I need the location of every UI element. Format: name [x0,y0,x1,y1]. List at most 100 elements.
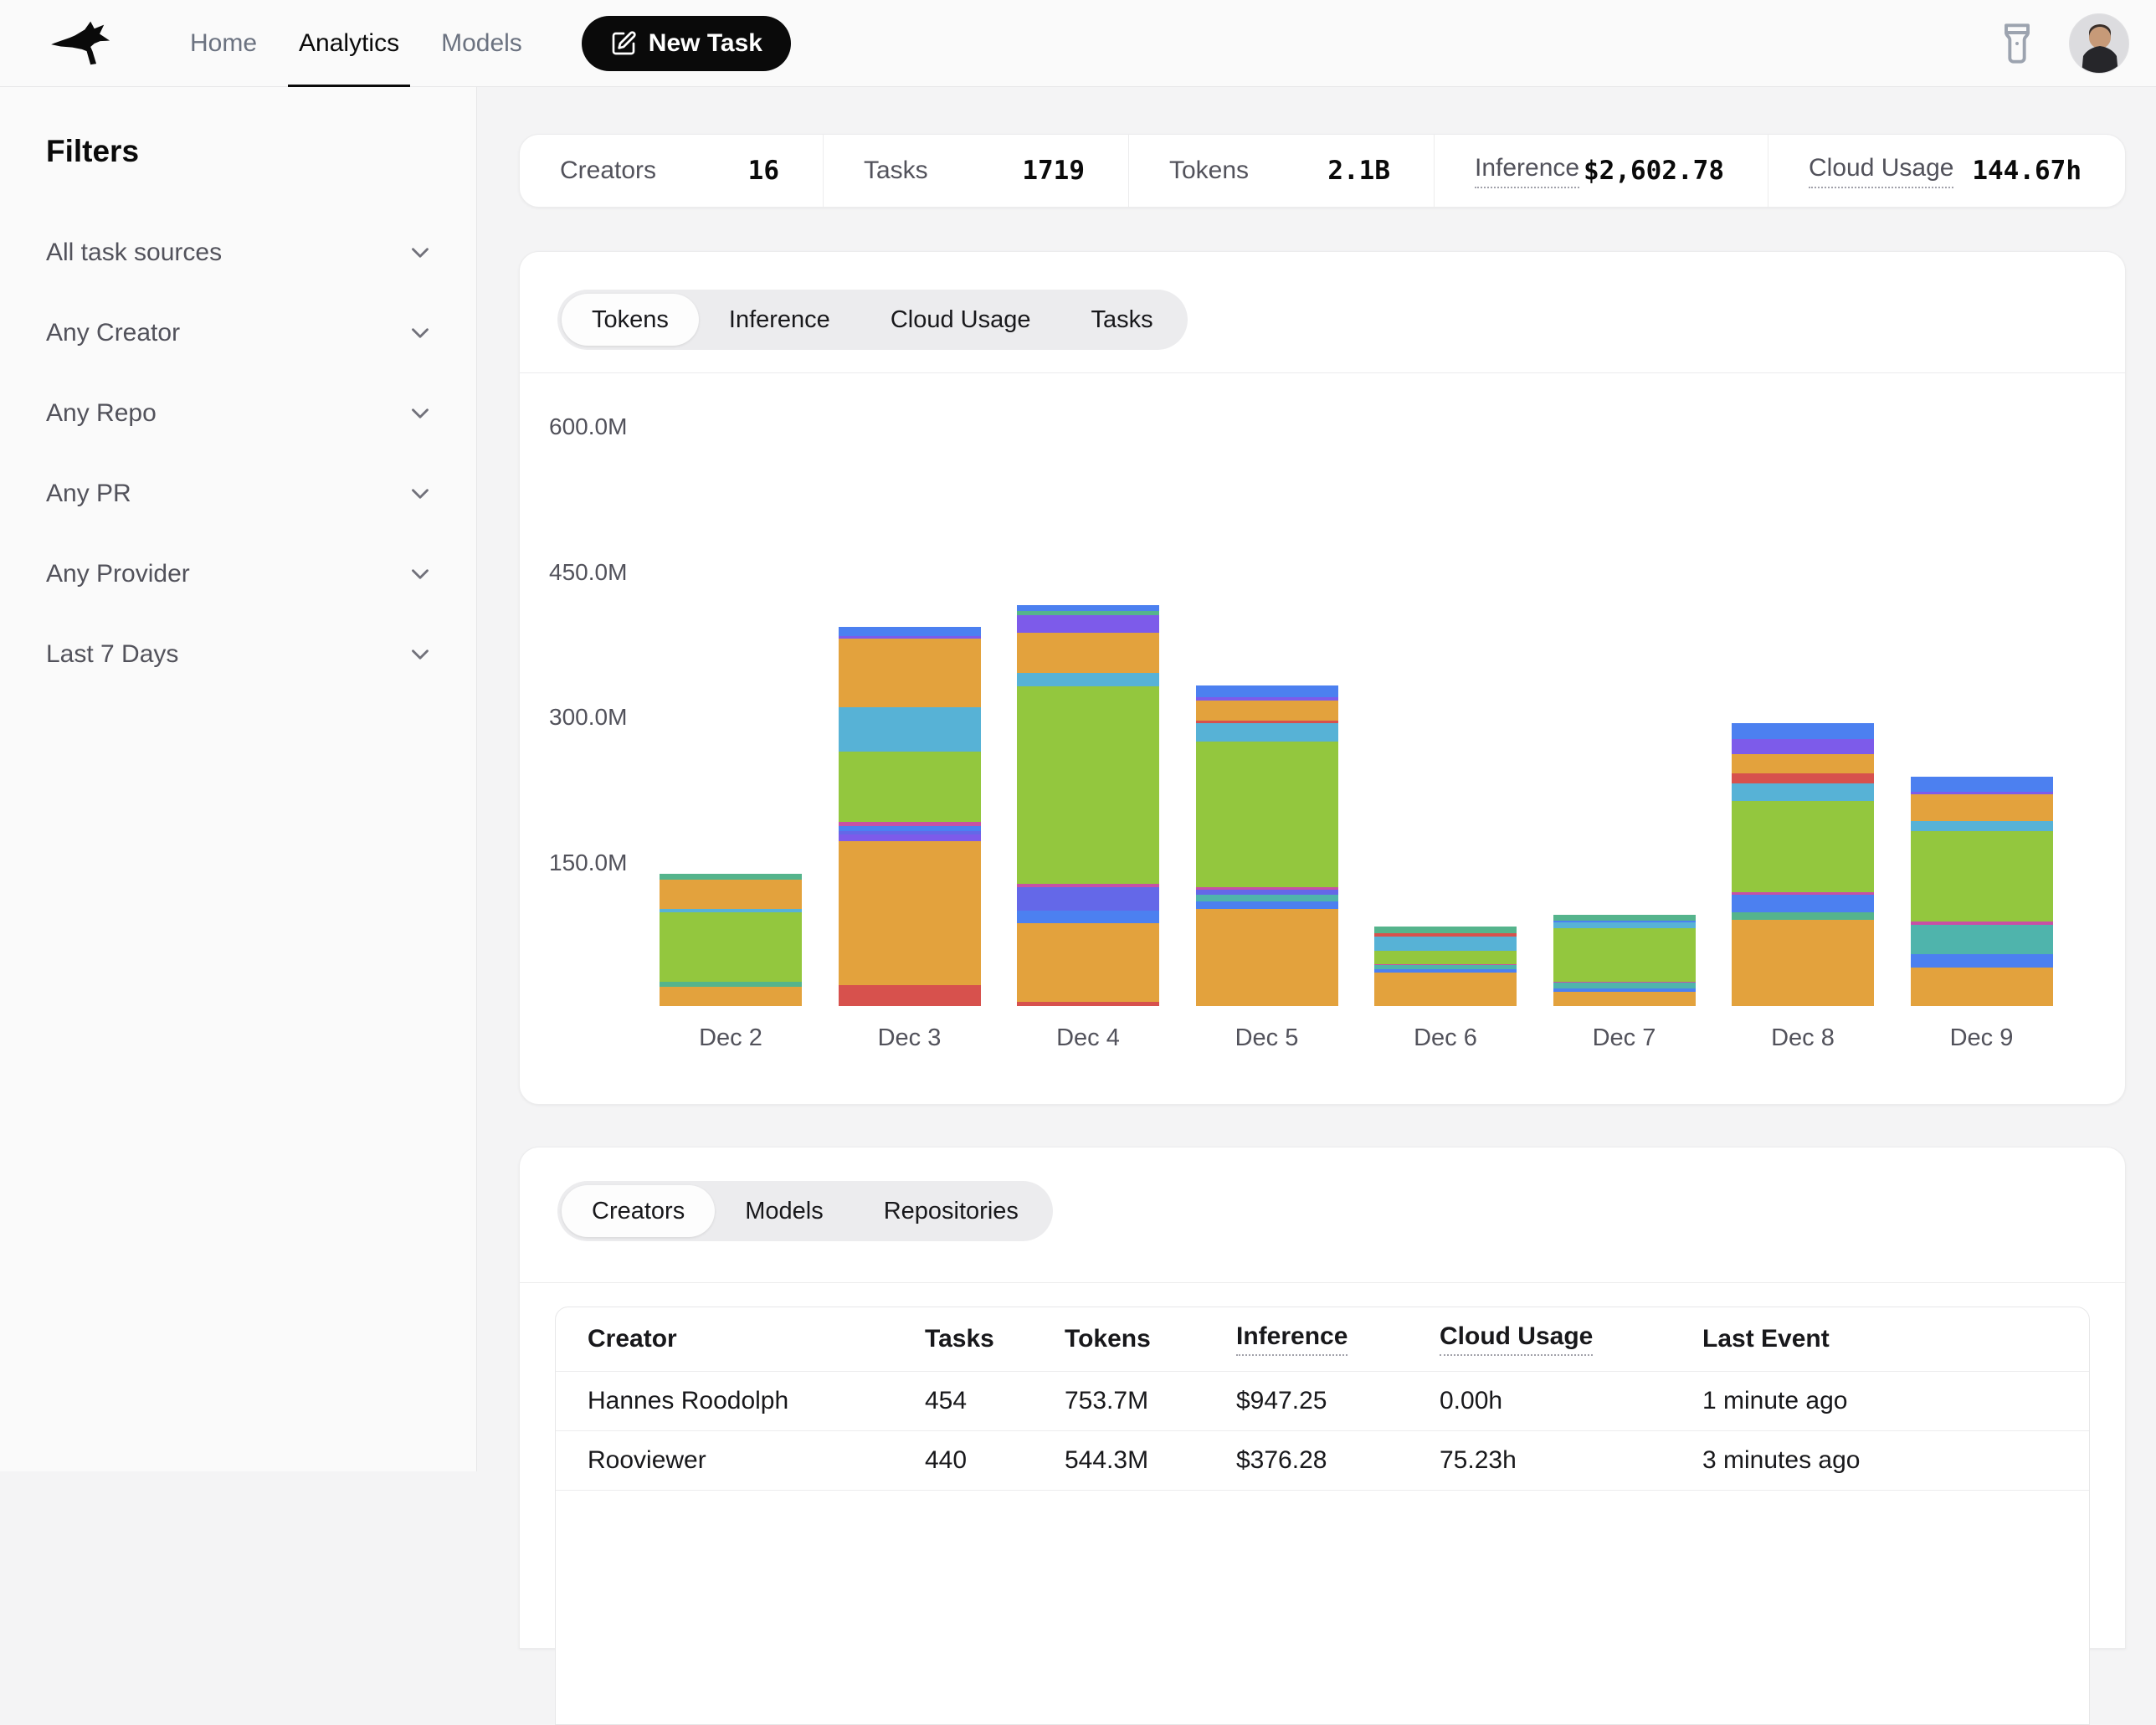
bar-segment-indigo [1017,887,1159,911]
bar-segment-sky [839,707,981,752]
bar-segment-orange [1374,973,1517,1006]
bar-segment-sky [1017,673,1159,686]
chevron-down-icon [406,480,434,508]
filter-dropdown-any-creator[interactable]: Any Creator [46,293,434,373]
bar-segment-orange [1196,909,1338,1006]
filter-label: Any PR [46,480,131,508]
bar-segment-green [1553,928,1696,982]
stat-label: Tasks [864,157,928,185]
breakdown-tab-repositories[interactable]: Repositories [854,1185,1049,1237]
table-row[interactable]: Rooviewer440544.3M$376.2875.23h3 minutes… [556,1431,2089,1491]
filter-dropdown-all-task-sources[interactable]: All task sources [46,213,434,293]
flashlight-icon[interactable] [1995,22,2039,65]
filter-list: All task sources Any Creator Any Repo Any P… [46,213,434,695]
column-header-cloud-usage[interactable]: Cloud Usage [1440,1322,1702,1356]
filter-label: All task sources [46,239,222,267]
stacked-bar-dec-2[interactable] [660,874,802,1006]
stacked-bar-dec-4[interactable] [1017,605,1159,1006]
nav-item-analytics[interactable]: Analytics [278,0,420,87]
chart-tab-inference[interactable]: Inference [699,294,860,346]
column-header-label: Cloud Usage [1440,1322,1593,1356]
column-header-inference[interactable]: Inference [1236,1322,1440,1356]
bar-segment-sky [1911,821,2053,831]
bar-segment-orange [1553,992,1696,1006]
filter-dropdown-last-7-days[interactable]: Last 7 Days [46,614,434,695]
table-cell: Hannes Roodolph [556,1387,925,1415]
x-axis-label: Dec 2 [660,1024,802,1052]
kangaroo-logo [50,17,122,70]
chart-tab-tasks[interactable]: Tasks [1060,294,1183,346]
table-cell: $947.25 [1236,1387,1440,1415]
new-task-label: New Task [649,29,762,58]
stacked-bar-dec-7[interactable] [1553,915,1696,1006]
chart-tab-tokens[interactable]: Tokens [562,294,699,346]
filter-dropdown-any-repo[interactable]: Any Repo [46,373,434,454]
main-content: Creators16Tasks1719Tokens2.1BInference$2… [477,87,2156,1471]
stat-label: Inference [1475,154,1579,188]
stacked-bar-dec-5[interactable] [1196,685,1338,1006]
chart-tab-cloud-usage[interactable]: Cloud Usage [860,294,1061,346]
bar-segment-blue [1017,911,1159,923]
bar-segment-red [839,985,981,1006]
chart-card: TokensInferenceCloud UsageTasks 600.0M45… [519,251,2126,1105]
filter-label: Any Repo [46,399,157,428]
nav-item-models[interactable]: Models [420,0,543,87]
filter-label: Any Provider [46,560,190,588]
nav-right [1995,13,2129,74]
bar-segment-orange [839,639,981,707]
new-task-pen-icon [610,30,637,57]
creators-table: CreatorTasksTokensInferenceCloud UsageLa… [555,1307,2090,1725]
table-row[interactable]: Hannes Roodolph454753.7M$947.250.00h1 mi… [556,1372,2089,1431]
bar-segment-teal [1911,925,2053,954]
bar-segment-green [1911,831,2053,922]
stacked-bar-dec-8[interactable] [1732,723,1874,1006]
bar-segment-orange [1017,923,1159,1003]
filter-label: Last 7 Days [46,640,178,669]
chevron-down-icon [406,399,434,428]
user-avatar[interactable] [2069,13,2129,74]
breakdown-tab-models[interactable]: Models [715,1185,854,1237]
bar-segment-green [1374,951,1517,964]
stat-value: 1719 [1022,156,1085,186]
table-cell: 3 minutes ago [1702,1446,2089,1475]
bar-segment-sky [1732,783,1874,801]
bar-segment-red [1017,1002,1159,1006]
nav-item-home[interactable]: Home [169,0,278,87]
bar-segment-seafoam [660,874,802,880]
stacked-bar-dec-3[interactable] [839,627,981,1006]
breakdown-tab-creators[interactable]: Creators [562,1185,715,1237]
bar-segment-purple [1017,615,1159,633]
x-axis-label: Dec 3 [839,1024,981,1052]
chevron-down-icon [406,560,434,588]
table-cell: Rooviewer [556,1446,925,1475]
sidebar-filters: Filters All task sourcesAny CreatorAny R… [0,87,477,1471]
x-axis-label: Dec 6 [1374,1024,1517,1052]
column-header-label: Inference [1236,1322,1348,1356]
y-axis-tick: 450.0M [549,559,627,586]
stacked-bar-dec-9[interactable] [1911,777,2053,1006]
table-tabs-row: CreatorsModelsRepositories [520,1147,2125,1283]
bar-segment-green [839,752,981,821]
bar-segment-orange [1911,794,2053,821]
stat-value: 144.67h [1972,156,2082,186]
filter-dropdown-any-provider[interactable]: Any Provider [46,534,434,614]
column-header-last-event: Last Event [1702,1325,2089,1353]
table-header-row: CreatorTasksTokensInferenceCloud UsageLa… [556,1307,2089,1372]
chevron-down-icon [406,319,434,347]
bar-segment-sky [1196,723,1338,742]
chart-tabs-row: TokensInferenceCloud UsageTasks [520,252,2125,373]
stacked-bar-dec-6[interactable] [1374,927,1517,1006]
top-nav: HomeAnalyticsModels New Task [0,0,2156,87]
bar-segment-blue [1732,895,1874,912]
chevron-down-icon [406,640,434,669]
column-header-creator: Creator [556,1325,925,1353]
stat-value: 2.1B [1327,156,1390,186]
table-cell: 753.7M [1065,1387,1236,1415]
stat-inference[interactable]: Inference$2,602.78 [1435,135,1768,207]
stacked-bar-chart: 600.0M450.0M300.0M150.0MDec 2Dec 3Dec 4D… [520,373,2125,1104]
stat-cloud-usage[interactable]: Cloud Usage144.67h [1768,135,2125,207]
table-cell: $376.28 [1236,1446,1440,1475]
x-axis-label: Dec 9 [1911,1024,2053,1052]
new-task-button[interactable]: New Task [582,16,791,71]
filter-dropdown-any-pr[interactable]: Any PR [46,454,434,534]
